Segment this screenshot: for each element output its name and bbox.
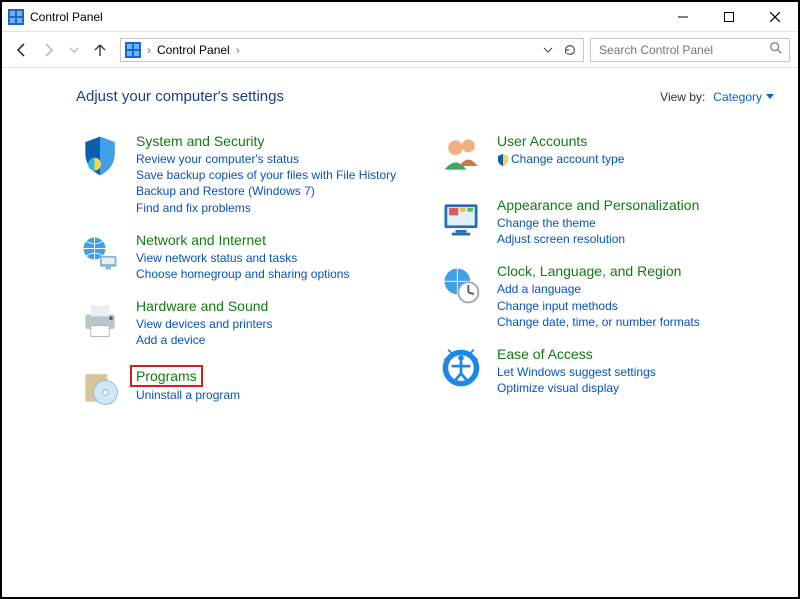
titlebar: Control Panel xyxy=(2,2,798,32)
category-link[interactable]: Change account type xyxy=(497,151,774,167)
category-programs: Programs Uninstall a program xyxy=(76,365,413,413)
close-button[interactable] xyxy=(752,2,798,32)
control-panel-icon xyxy=(8,9,24,25)
view-by-value: Category xyxy=(713,90,762,104)
category-title[interactable]: Hardware and Sound xyxy=(136,298,268,314)
highlighted-programs-box: Programs xyxy=(130,365,203,387)
window-title: Control Panel xyxy=(30,10,103,24)
category-title[interactable]: Programs xyxy=(136,368,197,384)
category-link[interactable]: View devices and printers xyxy=(136,316,413,332)
content-area: Adjust your computer's settings View by:… xyxy=(2,68,798,429)
category-link[interactable]: Backup and Restore (Windows 7) xyxy=(136,183,413,199)
category-link[interactable]: Optimize visual display xyxy=(497,380,774,396)
printer-icon xyxy=(76,298,124,346)
category-link[interactable]: View network status and tasks xyxy=(136,250,413,266)
category-title[interactable]: Appearance and Personalization xyxy=(497,197,699,213)
category-link[interactable]: Let Windows suggest settings xyxy=(497,364,774,380)
category-clock-language-region: Clock, Language, and Region Add a langua… xyxy=(437,263,774,330)
people-icon xyxy=(437,133,485,181)
clock-globe-icon xyxy=(437,263,485,311)
category-link[interactable]: Add a language xyxy=(497,281,774,297)
right-column: User Accounts Change account type Appear… xyxy=(437,133,774,429)
category-ease-of-access: Ease of Access Let Windows suggest setti… xyxy=(437,346,774,396)
heading-row: Adjust your computer's settings View by:… xyxy=(76,88,774,105)
up-button[interactable] xyxy=(88,38,112,62)
search-icon xyxy=(769,41,783,58)
category-title[interactable]: Clock, Language, and Region xyxy=(497,263,681,279)
uac-shield-icon xyxy=(497,154,509,166)
view-by-dropdown[interactable]: Category xyxy=(713,90,774,104)
category-link[interactable]: Change the theme xyxy=(497,215,774,231)
chevron-down-icon xyxy=(766,94,774,99)
category-link[interactable]: Find and fix problems xyxy=(136,200,413,216)
recent-locations-button[interactable] xyxy=(62,38,86,62)
category-link[interactable]: Change input methods xyxy=(497,298,774,314)
category-user-accounts: User Accounts Change account type xyxy=(437,133,774,181)
shield-icon xyxy=(76,133,124,181)
address-dropdown-button[interactable] xyxy=(539,45,557,55)
globe-network-icon xyxy=(76,232,124,280)
category-title[interactable]: User Accounts xyxy=(497,133,587,149)
navigation-row: › Control Panel › xyxy=(2,32,798,68)
refresh-button[interactable] xyxy=(561,43,579,57)
ease-of-access-icon xyxy=(437,346,485,394)
monitor-theme-icon xyxy=(437,197,485,245)
category-appearance: Appearance and Personalization Change th… xyxy=(437,197,774,247)
breadcrumb-separator: › xyxy=(234,43,242,57)
forward-button[interactable] xyxy=(36,38,60,62)
category-link[interactable]: Adjust screen resolution xyxy=(497,231,774,247)
category-network-internet: Network and Internet View network status… xyxy=(76,232,413,282)
category-system-security: System and Security Review your computer… xyxy=(76,133,413,216)
category-link[interactable]: Save backup copies of your files with Fi… xyxy=(136,167,413,183)
search-box[interactable] xyxy=(590,38,790,62)
back-button[interactable] xyxy=(10,38,34,62)
search-input[interactable] xyxy=(597,42,765,58)
category-link[interactable]: Choose homegroup and sharing options xyxy=(136,266,413,282)
disc-box-icon xyxy=(76,365,124,413)
category-link[interactable]: Change date, time, or number formats xyxy=(497,314,774,330)
breadcrumb-separator: › xyxy=(145,43,153,57)
category-hardware-sound: Hardware and Sound View devices and prin… xyxy=(76,298,413,348)
maximize-button[interactable] xyxy=(706,2,752,32)
left-column: System and Security Review your computer… xyxy=(76,133,413,429)
minimize-button[interactable] xyxy=(660,2,706,32)
category-title[interactable]: System and Security xyxy=(136,133,264,149)
category-link[interactable]: Review your computer's status xyxy=(136,151,413,167)
page-heading: Adjust your computer's settings xyxy=(76,88,284,105)
control-panel-crumb-icon xyxy=(125,42,141,58)
breadcrumb-item[interactable]: Control Panel xyxy=(157,43,230,57)
category-title[interactable]: Ease of Access xyxy=(497,346,593,362)
address-bar[interactable]: › Control Panel › xyxy=(120,38,584,62)
view-by-label: View by: xyxy=(660,90,705,104)
category-link[interactable]: Add a device xyxy=(136,332,413,348)
category-link[interactable]: Uninstall a program xyxy=(136,387,413,403)
category-title[interactable]: Network and Internet xyxy=(136,232,266,248)
